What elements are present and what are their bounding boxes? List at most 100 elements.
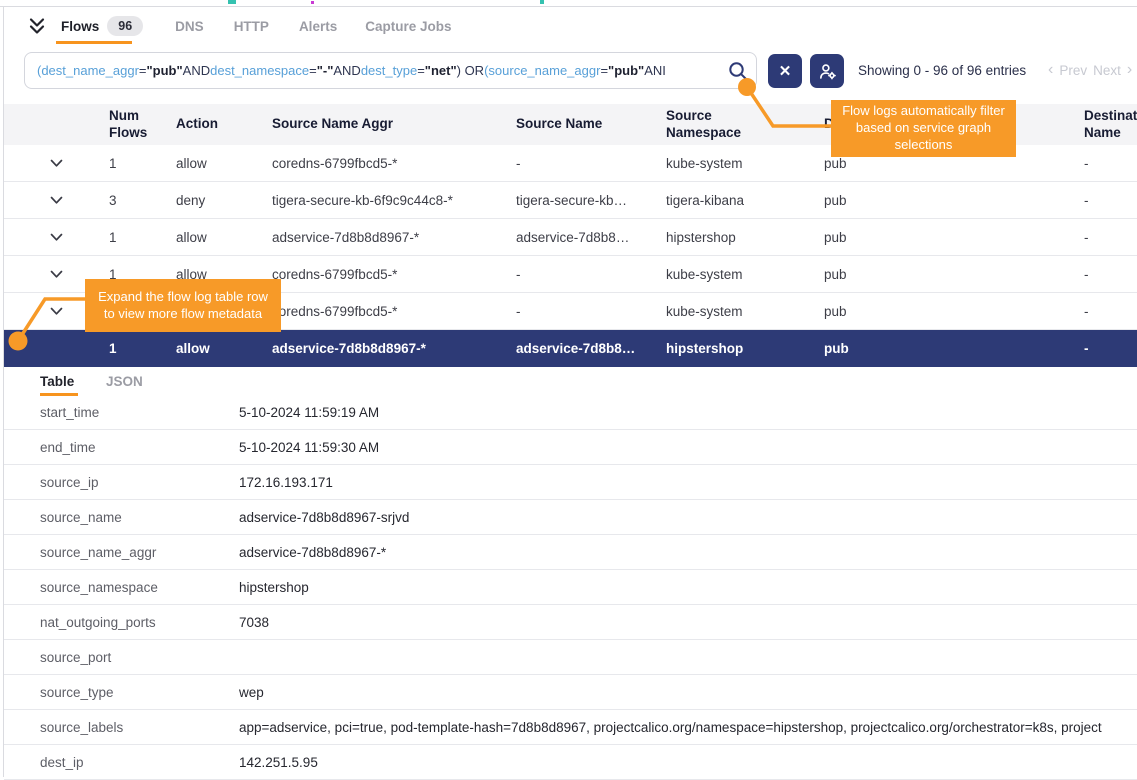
query-segment: ) OR: [457, 63, 484, 78]
cell-destination-name: -: [1084, 304, 1137, 319]
cell-num-flows: 1: [109, 156, 176, 171]
detail-field-row: source_type wep: [4, 675, 1137, 710]
cell-dest-name-aggr: pub: [824, 156, 1084, 171]
user-settings-button[interactable]: [810, 54, 844, 88]
detail-field-value: adservice-7d8b8d8967-*: [239, 545, 1137, 560]
query-segment: dest_namespace: [210, 63, 309, 78]
detail-field-key: source_name_aggr: [40, 545, 239, 560]
query-segment: "-": [317, 63, 334, 78]
cell-num-flows: 3: [109, 193, 176, 208]
detail-field-row: source_ip 172.16.193.171: [4, 465, 1137, 500]
query-segment: (dest_name_aggr: [37, 63, 139, 78]
detail-field-key: source_type: [40, 685, 239, 700]
next-chevron-icon[interactable]: ›: [1127, 62, 1132, 78]
detail-field-value: 7038: [239, 615, 1137, 630]
cell-destination-name: -: [1084, 341, 1137, 356]
cell-source-namespace: tigera-kibana: [666, 193, 824, 208]
log-type-tabbar: Flows 96 DNS HTTP Alerts Capture Jobs: [4, 7, 1137, 45]
col-header-num-flows: Num Flows: [109, 108, 176, 140]
cell-source-name-aggr: adservice-7d8b8d8967-*: [272, 230, 516, 245]
detail-field-row: source_name_aggr adservice-7d8b8d8967-*: [4, 535, 1137, 570]
col-header-source-name-aggr: Source Name Aggr: [272, 116, 516, 132]
cell-destination-name: -: [1084, 230, 1137, 245]
detail-field-key: dest_ip: [40, 755, 239, 770]
cell-source-name: -: [516, 304, 666, 319]
col-header-source-name: Source Name: [516, 116, 666, 132]
cell-dest-name-aggr: pub: [824, 267, 1084, 282]
flow-table-body: 1 allow coredns-6799fbcd5-* - kube-syste…: [4, 145, 1137, 367]
detail-field-value: 142.251.5.95: [239, 755, 1137, 770]
detail-field-row: end_time 5-10-2024 11:59:30 AM: [4, 430, 1137, 465]
detail-field-value: 5-10-2024 11:59:30 AM: [239, 440, 1137, 455]
detail-field-row: source_labels app=adservice, pci=true, p…: [4, 710, 1137, 745]
detail-field-value: wep: [239, 685, 1137, 700]
row-expand-chevron[interactable]: [4, 233, 109, 242]
cell-source-name-aggr: adservice-7d8b8d8967-*: [272, 341, 516, 356]
graph-artifact: [311, 1, 314, 4]
prev-chevron-icon[interactable]: ‹: [1048, 62, 1053, 78]
table-row[interactable]: 3 deny tigera-secure-kb-6f9c9c44c8-* tig…: [4, 182, 1137, 219]
cell-action: allow: [176, 156, 272, 171]
row-expand-chevron[interactable]: [4, 159, 109, 168]
tab-capture-jobs[interactable]: Capture Jobs: [365, 19, 451, 34]
detail-tab-json[interactable]: JSON: [106, 374, 143, 389]
col-header-destination-name: Destination Name: [1084, 108, 1137, 140]
graph-artifact: [228, 0, 236, 4]
active-tab-underline: [56, 41, 132, 44]
detail-field-value: 172.16.193.171: [239, 475, 1137, 490]
cell-source-name: adservice-7d8b8…: [516, 341, 666, 356]
detail-field-row: dest_ip 142.251.5.95: [4, 745, 1137, 780]
query-segment: ANI: [644, 63, 666, 78]
search-icon[interactable]: [727, 60, 749, 82]
query-segment: AND: [183, 63, 210, 78]
table-row[interactable]: 1 allow adservice-7d8b8d8967-* adservice…: [4, 330, 1137, 367]
row-expand-chevron[interactable]: [4, 270, 109, 279]
cell-source-name: -: [516, 156, 666, 171]
cell-action: deny: [176, 193, 272, 208]
query-segment: "pub": [608, 63, 644, 78]
detail-field-key: source_port: [40, 650, 239, 665]
detail-field-row: start_time 5-10-2024 11:59:19 AM: [4, 395, 1137, 430]
cell-action: allow: [176, 230, 272, 245]
filter-query-input[interactable]: (dest_name_aggr = "pub" AND dest_namespa…: [24, 52, 757, 89]
query-segment: =: [139, 63, 147, 78]
detail-field-value: adservice-7d8b8d8967-srjvd: [239, 510, 1137, 525]
cell-source-namespace: kube-system: [666, 267, 824, 282]
query-segment: (source_name_aggr: [484, 63, 600, 78]
cell-destination-name: -: [1084, 156, 1137, 171]
flow-detail-fields: start_time 5-10-2024 11:59:19 AM end_tim…: [4, 395, 1137, 780]
query-segment: dest_type: [361, 63, 417, 78]
detail-field-value: hipstershop: [239, 580, 1137, 595]
flows-count-badge: 96: [107, 16, 143, 36]
detail-field-key: source_labels: [40, 720, 239, 735]
detail-field-key: nat_outgoing_ports: [40, 615, 239, 630]
cell-num-flows: 1: [109, 230, 176, 245]
pager: ‹ Prev Next ›: [1048, 62, 1132, 78]
user-gear-icon: [818, 62, 837, 81]
clear-filter-button[interactable]: ✕: [768, 54, 802, 88]
tab-http[interactable]: HTTP: [234, 19, 269, 34]
detail-field-row: source_port: [4, 640, 1137, 675]
collapse-panel-icon[interactable]: [27, 16, 47, 36]
tab-flows[interactable]: Flows 96: [61, 16, 143, 36]
cell-num-flows: 1: [109, 341, 176, 356]
query-segment: =: [417, 63, 425, 78]
query-segment: =: [309, 63, 317, 78]
row-expand-chevron[interactable]: [4, 196, 109, 205]
detail-field-key: source_ip: [40, 475, 239, 490]
cell-dest-name-aggr: pub: [824, 304, 1084, 319]
table-row[interactable]: 1 allow adservice-7d8b8d8967-* adservice…: [4, 219, 1137, 256]
results-summary: Showing 0 - 96 of 96 entries: [858, 63, 1026, 78]
detail-tabbar: Table JSON: [4, 367, 1137, 395]
cell-source-name-aggr: coredns-6799fbcd5-*: [272, 156, 516, 171]
tab-alerts[interactable]: Alerts: [299, 19, 337, 34]
cell-source-name-aggr: coredns-6799fbcd5-*: [272, 267, 516, 282]
cell-action: allow: [176, 341, 272, 356]
tab-dns[interactable]: DNS: [175, 19, 204, 34]
chevron-down-icon: [50, 307, 63, 316]
next-button[interactable]: Next: [1093, 63, 1121, 78]
prev-button[interactable]: Prev: [1059, 63, 1087, 78]
query-segment: "net": [425, 63, 457, 78]
detail-tab-table[interactable]: Table: [40, 374, 74, 389]
cell-destination-name: -: [1084, 267, 1137, 282]
